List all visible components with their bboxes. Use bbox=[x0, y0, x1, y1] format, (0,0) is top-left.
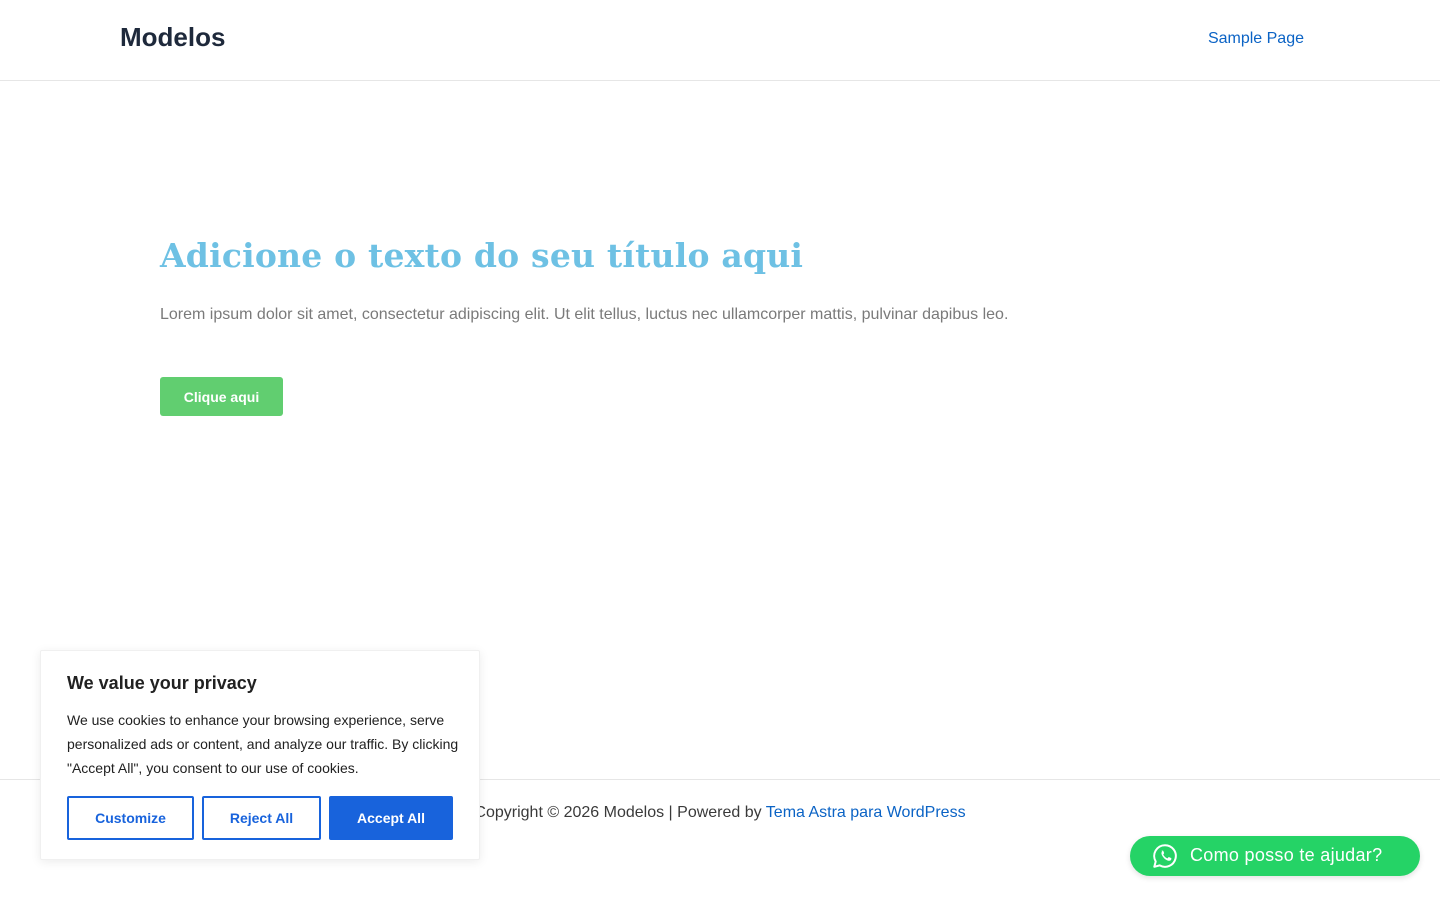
nav-link-sample-page[interactable]: Sample Page bbox=[1208, 30, 1304, 48]
whatsapp-chat-button[interactable]: Como posso te ajudar? bbox=[1130, 836, 1420, 876]
cookie-description: We use cookies to enhance your browsing … bbox=[67, 712, 459, 776]
cookie-title: We value your privacy bbox=[67, 673, 257, 693]
whatsapp-label: Como posso te ajudar? bbox=[1190, 845, 1383, 865]
customize-button[interactable]: Customize bbox=[67, 796, 194, 840]
site-header: Modelos Sample Page bbox=[0, 0, 1440, 81]
hero-text: Lorem ipsum dolor sit amet, consectetur … bbox=[160, 306, 1009, 323]
site-title-link[interactable]: Modelos bbox=[120, 22, 225, 53]
page: Modelos Sample Page Adicione o texto do … bbox=[0, 0, 1440, 900]
cta-button[interactable]: Clique aqui bbox=[160, 377, 283, 416]
copyright-text: Copyright © 2026 Modelos | Powered by bbox=[474, 804, 766, 821]
reject-all-button[interactable]: Reject All bbox=[202, 796, 321, 840]
footer-theme-link[interactable]: Tema Astra para WordPress bbox=[766, 804, 966, 821]
whatsapp-icon bbox=[1153, 844, 1177, 868]
accept-all-button[interactable]: Accept All bbox=[329, 796, 453, 840]
hero-title: Adicione o texto do seu título aqui bbox=[160, 236, 804, 275]
cookie-consent-banner: We value your privacy We use cookies to … bbox=[40, 650, 480, 860]
